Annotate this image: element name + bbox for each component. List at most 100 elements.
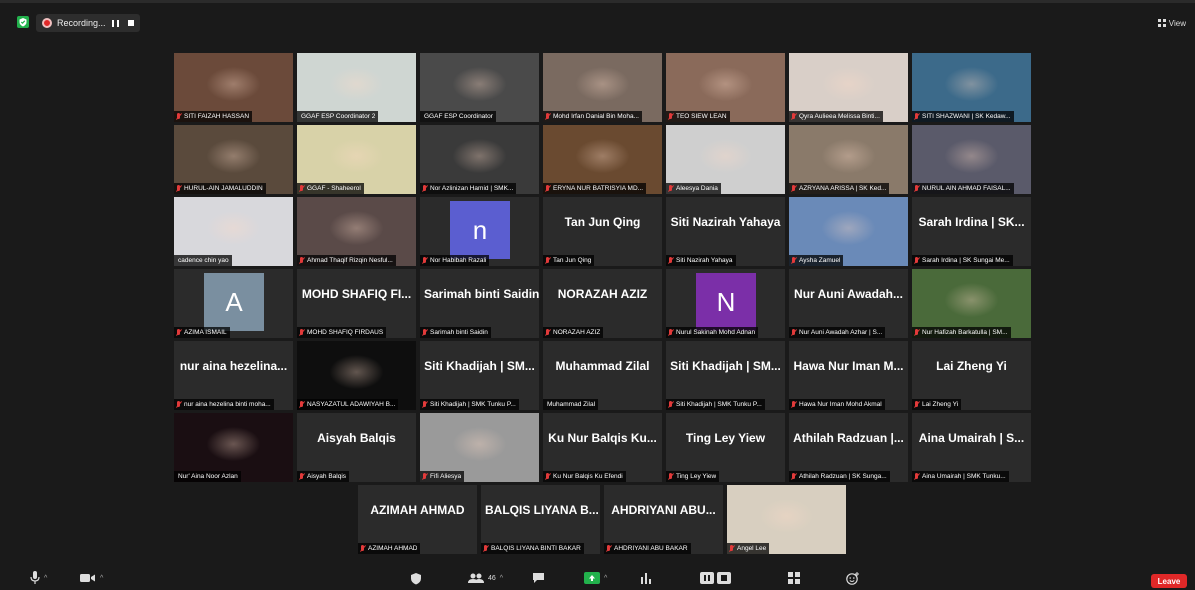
pause-recording-button[interactable] <box>111 18 121 28</box>
muted-microphone-icon <box>791 472 797 481</box>
encryption-shield-icon[interactable] <box>17 16 29 28</box>
participant-tile[interactable]: GGAF ESP Coordinator <box>420 53 539 122</box>
participant-tile[interactable]: MOHD SHAFIQ FI... MOHD SHAFIQ FIRDAUS <box>297 269 416 338</box>
participant-name-label: Ting Ley Yiew <box>666 471 720 482</box>
participant-name: GGAF ESP Coordinator <box>424 113 493 120</box>
participant-tile[interactable]: Lai Zheng Yi Lai Zheng Yi <box>912 341 1031 410</box>
participant-tile[interactable]: AHDRIYANI ABU... AHDRIYANI ABU BAKAR <box>604 485 723 554</box>
participant-tile[interactable]: N Nurul Sakinah Mohd Adnan <box>666 269 785 338</box>
participant-tile[interactable]: Siti Khadijah | SM... Siti Khadijah | SMK… <box>666 341 785 410</box>
leave-meeting-button[interactable]: Leave <box>1151 574 1187 588</box>
participant-tile[interactable]: TEO SIEW LEAN <box>666 53 785 122</box>
polls-bar-chart-icon <box>641 573 651 584</box>
participant-tile[interactable]: Aleesya Dania <box>666 125 785 194</box>
participant-tile[interactable]: Nur Hafizah Barkatulla | SM... <box>912 269 1031 338</box>
participant-name: MOHD SHAFIQ FIRDAUS <box>307 329 384 336</box>
participant-name-label: Tan Jun Qing <box>543 255 595 266</box>
participant-tile[interactable]: Nor Azlinizan Hamid | SMK... <box>420 125 539 194</box>
microphone-icon <box>30 571 40 584</box>
participant-tile[interactable]: Mohd Irfan Danial Bin Moha... <box>543 53 662 122</box>
participant-name-label: GGAF - Shaheerol <box>297 183 364 194</box>
participant-tile[interactable]: AZRYANA ARISSA | SK Ked... <box>789 125 908 194</box>
participant-display-name: NORAZAH AZIZ <box>557 287 648 301</box>
participant-tile[interactable]: Hawa Nur Iman M... Hawa Nur Iman Mohd Akm… <box>789 341 908 410</box>
participant-display-name: Sarimah binti Saidin <box>424 287 539 301</box>
muted-microphone-icon <box>299 400 305 409</box>
participant-name: Angel Lee <box>737 545 767 552</box>
participant-display-name: Tan Jun Qing <box>564 215 641 229</box>
video-button[interactable]: ^ <box>80 570 103 586</box>
participants-button[interactable]: 46 ^ <box>468 570 503 586</box>
participant-tile[interactable]: Angel Lee <box>727 485 846 554</box>
share-options-chevron-icon[interactable]: ^ <box>604 575 607 582</box>
participant-tile[interactable]: Ting Ley Yiew Ting Ley Yiew <box>666 413 785 482</box>
participant-name-label: Siti Nazirah Yahaya <box>666 255 736 266</box>
participant-tile[interactable]: Aysha Zamuel <box>789 197 908 266</box>
muted-microphone-icon <box>299 472 305 481</box>
participant-name-label: Nor Habibah Razali <box>420 255 490 266</box>
participant-tile[interactable]: SITI SHAZWANI | SK Kedaw... <box>912 53 1031 122</box>
recording-indicator: Recording... <box>36 14 140 32</box>
participant-tile[interactable]: BALQIS LIYANA B... BALQIS LIYANA BINTI BA… <box>481 485 600 554</box>
mute-button[interactable]: ^ <box>30 570 47 586</box>
participant-tile[interactable]: SITI FAIZAH HASSAN <box>174 53 293 122</box>
muted-microphone-icon <box>914 472 920 481</box>
breakout-rooms-button[interactable] <box>788 570 800 586</box>
participant-tile[interactable]: Sarah Irdina | SK... Sarah Irdina | SK Su… <box>912 197 1031 266</box>
participant-tile[interactable]: GGAF ESP Coordinator 2 <box>297 53 416 122</box>
view-button[interactable]: View <box>1155 16 1189 30</box>
participant-tile[interactable]: HURUL-AIN JAMALUDDIN <box>174 125 293 194</box>
muted-microphone-icon <box>545 112 551 121</box>
polls-button[interactable] <box>640 570 652 586</box>
participant-tile[interactable]: Ku Nur Balqis Ku... Ku Nur Balqis Ku Efen… <box>543 413 662 482</box>
participant-tile[interactable]: GGAF - Shaheerol <box>297 125 416 194</box>
participant-tile[interactable]: Tan Jun Qing Tan Jun Qing <box>543 197 662 266</box>
participant-name: Hawa Nur Iman Mohd Akmal <box>799 401 882 408</box>
participant-tile[interactable]: NASYAZATUL ADAWIYAH B... <box>297 341 416 410</box>
muted-microphone-icon <box>914 184 920 193</box>
participant-name: nur aina hezelina binti moha... <box>184 401 271 408</box>
participant-tile[interactable]: Qyra Aulieea Melissa Binti... <box>789 53 908 122</box>
record-button[interactable] <box>700 570 732 586</box>
muted-microphone-icon <box>299 256 305 265</box>
participant-display-name: AHDRIYANI ABU... <box>611 503 716 517</box>
participant-tile[interactable]: Athilah Radzuan |... Athilah Radzuan | SK… <box>789 413 908 482</box>
participant-tile[interactable]: A AZIMA ISMAIL <box>174 269 293 338</box>
participant-tile[interactable]: Muhammad Zilal Muhammad Zilal <box>543 341 662 410</box>
participant-tile[interactable]: AZIMAH AHMAD AZIMAH AHMAD <box>358 485 477 554</box>
stop-recording-button[interactable] <box>126 18 136 28</box>
participant-tile[interactable]: Siti Nazirah Yahaya Siti Nazirah Yahaya <box>666 197 785 266</box>
share-screen-button[interactable]: ^ <box>584 570 607 586</box>
muted-microphone-icon <box>668 328 674 337</box>
participant-tile[interactable]: Fifi Aliesya <box>420 413 539 482</box>
participant-tile[interactable]: Siti Khadijah | SM... Siti Khadijah | SMK… <box>420 341 539 410</box>
participant-tile[interactable]: Aisyah Balqis Aisyah Balqis <box>297 413 416 482</box>
record-icon <box>42 18 52 28</box>
participant-tile[interactable]: Sarimah binti Saidin Sarimah binti Saidin <box>420 269 539 338</box>
participant-name-label: Sarah Irdina | SK Sungai Me... <box>912 255 1013 266</box>
participant-tile[interactable]: Aina Umairah | S... Aina Umairah | SMK Tu… <box>912 413 1031 482</box>
video-options-chevron-icon[interactable]: ^ <box>100 575 103 582</box>
participant-tile[interactable]: cadence chin yao <box>174 197 293 266</box>
participant-tile[interactable]: NORAZAH AZIZ NORAZAH AZIZ <box>543 269 662 338</box>
chat-button[interactable] <box>532 570 545 586</box>
security-button[interactable] <box>410 570 422 586</box>
participant-tile[interactable]: n Nor Habibah Razali <box>420 197 539 266</box>
participant-name-label: Siti Khadijah | SMK Tunku P... <box>666 399 765 410</box>
muted-microphone-icon <box>914 400 920 409</box>
participants-chevron-icon[interactable]: ^ <box>500 575 503 582</box>
participant-display-name: Aina Umairah | S... <box>918 431 1025 445</box>
participant-tile[interactable]: nur aina hezelina... nur aina hezelina bi… <box>174 341 293 410</box>
participant-name: SITI FAIZAH HASSAN <box>184 113 250 120</box>
participant-tile[interactable]: Nur Auni Awadah... Nur Auni Awadah Azhar … <box>789 269 908 338</box>
audio-options-chevron-icon[interactable]: ^ <box>44 575 47 582</box>
participant-tile[interactable]: ERYNA NUR BATRISYIA MD... <box>543 125 662 194</box>
participant-tile[interactable]: Ahmad Thaqif Rizqin Nesful... <box>297 197 416 266</box>
reactions-button[interactable] <box>846 570 860 586</box>
participant-tile[interactable]: NURUL AIN AHMAD FAISAL... <box>912 125 1031 194</box>
participant-tile[interactable]: Nur' Aina Noor Azlan <box>174 413 293 482</box>
participant-name: Aisyah Balqis <box>307 473 347 480</box>
muted-microphone-icon <box>791 256 797 265</box>
participant-count: 46 <box>488 574 496 582</box>
participant-name: Siti Khadijah | SMK Tunku P... <box>676 401 762 408</box>
